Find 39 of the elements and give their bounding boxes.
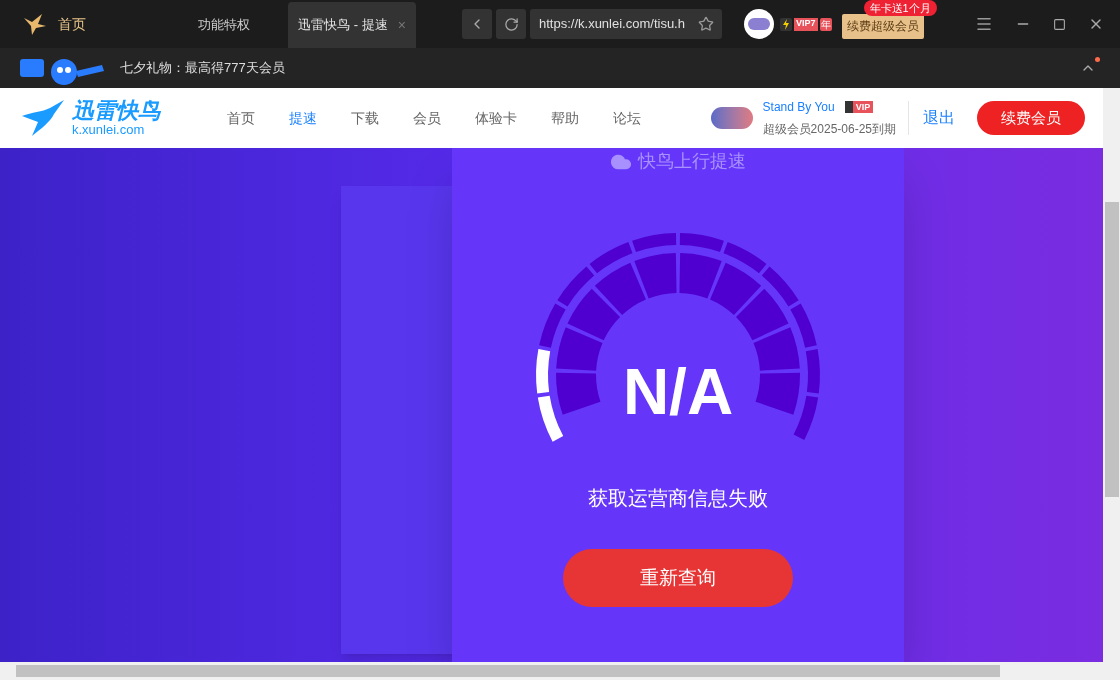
maximize-icon[interactable] xyxy=(1053,17,1066,31)
vip-level-badge: VIP7 xyxy=(794,17,818,31)
home-tab[interactable]: 首页 xyxy=(58,13,86,35)
nav-link[interactable]: 首页 xyxy=(210,107,272,129)
logo-title: 迅雷快鸟 xyxy=(72,100,160,122)
renew-member-button[interactable]: 续费会员 xyxy=(977,101,1085,135)
user-avatar[interactable] xyxy=(710,107,753,129)
reload-button[interactable] xyxy=(496,9,526,39)
card-title: 快鸟上行提速 xyxy=(638,150,746,173)
membership-expiry: 超级会员2025-06-25到期 xyxy=(762,121,896,138)
logo-domain: k.xunlei.com xyxy=(72,123,146,136)
swift-bird-logo-icon[interactable] xyxy=(20,98,66,138)
promo-badge: 年卡送1个月 xyxy=(863,0,937,16)
horizontal-scrollbar[interactable] xyxy=(0,662,1120,680)
vertical-scrollbar[interactable] xyxy=(1103,88,1120,662)
nav-link[interactable]: 下载 xyxy=(334,107,396,129)
vip-badge: VIP xyxy=(844,101,874,113)
retry-button[interactable]: 重新查询 xyxy=(563,549,793,607)
error-message: 获取运营商信息失败 xyxy=(588,486,768,511)
year-badge: 年 xyxy=(819,17,832,31)
promo-text[interactable]: 七夕礼物：最高得777天会员 xyxy=(120,58,285,78)
logout-link[interactable]: 退出 xyxy=(923,106,955,130)
lightning-icon xyxy=(780,17,792,31)
nav-link[interactable]: 帮助 xyxy=(534,107,596,129)
nav-link[interactable]: 会员 xyxy=(396,107,458,129)
speed-reading: N/A xyxy=(621,360,735,424)
renew-super-member-button[interactable]: 续费超级会员 xyxy=(841,13,924,39)
address-bar[interactable]: https://k.xunlei.com/tisu.h xyxy=(530,9,722,39)
nav-link[interactable]: 提速 xyxy=(272,107,334,129)
nav-link[interactable]: 体验卡 xyxy=(458,107,534,129)
avatar[interactable] xyxy=(744,9,774,39)
reload-icon[interactable] xyxy=(503,16,519,32)
browser-tab[interactable]: 功能特权 xyxy=(160,2,288,48)
menu-icon[interactable] xyxy=(975,15,993,33)
bookmark-star-icon[interactable] xyxy=(698,16,714,32)
user-name[interactable]: Stand By You xyxy=(762,98,835,116)
nav-link[interactable]: 论坛 xyxy=(596,107,658,129)
browser-tab[interactable]: 迅雷快鸟 - 提速 × xyxy=(288,2,416,48)
back-button[interactable] xyxy=(462,9,492,39)
